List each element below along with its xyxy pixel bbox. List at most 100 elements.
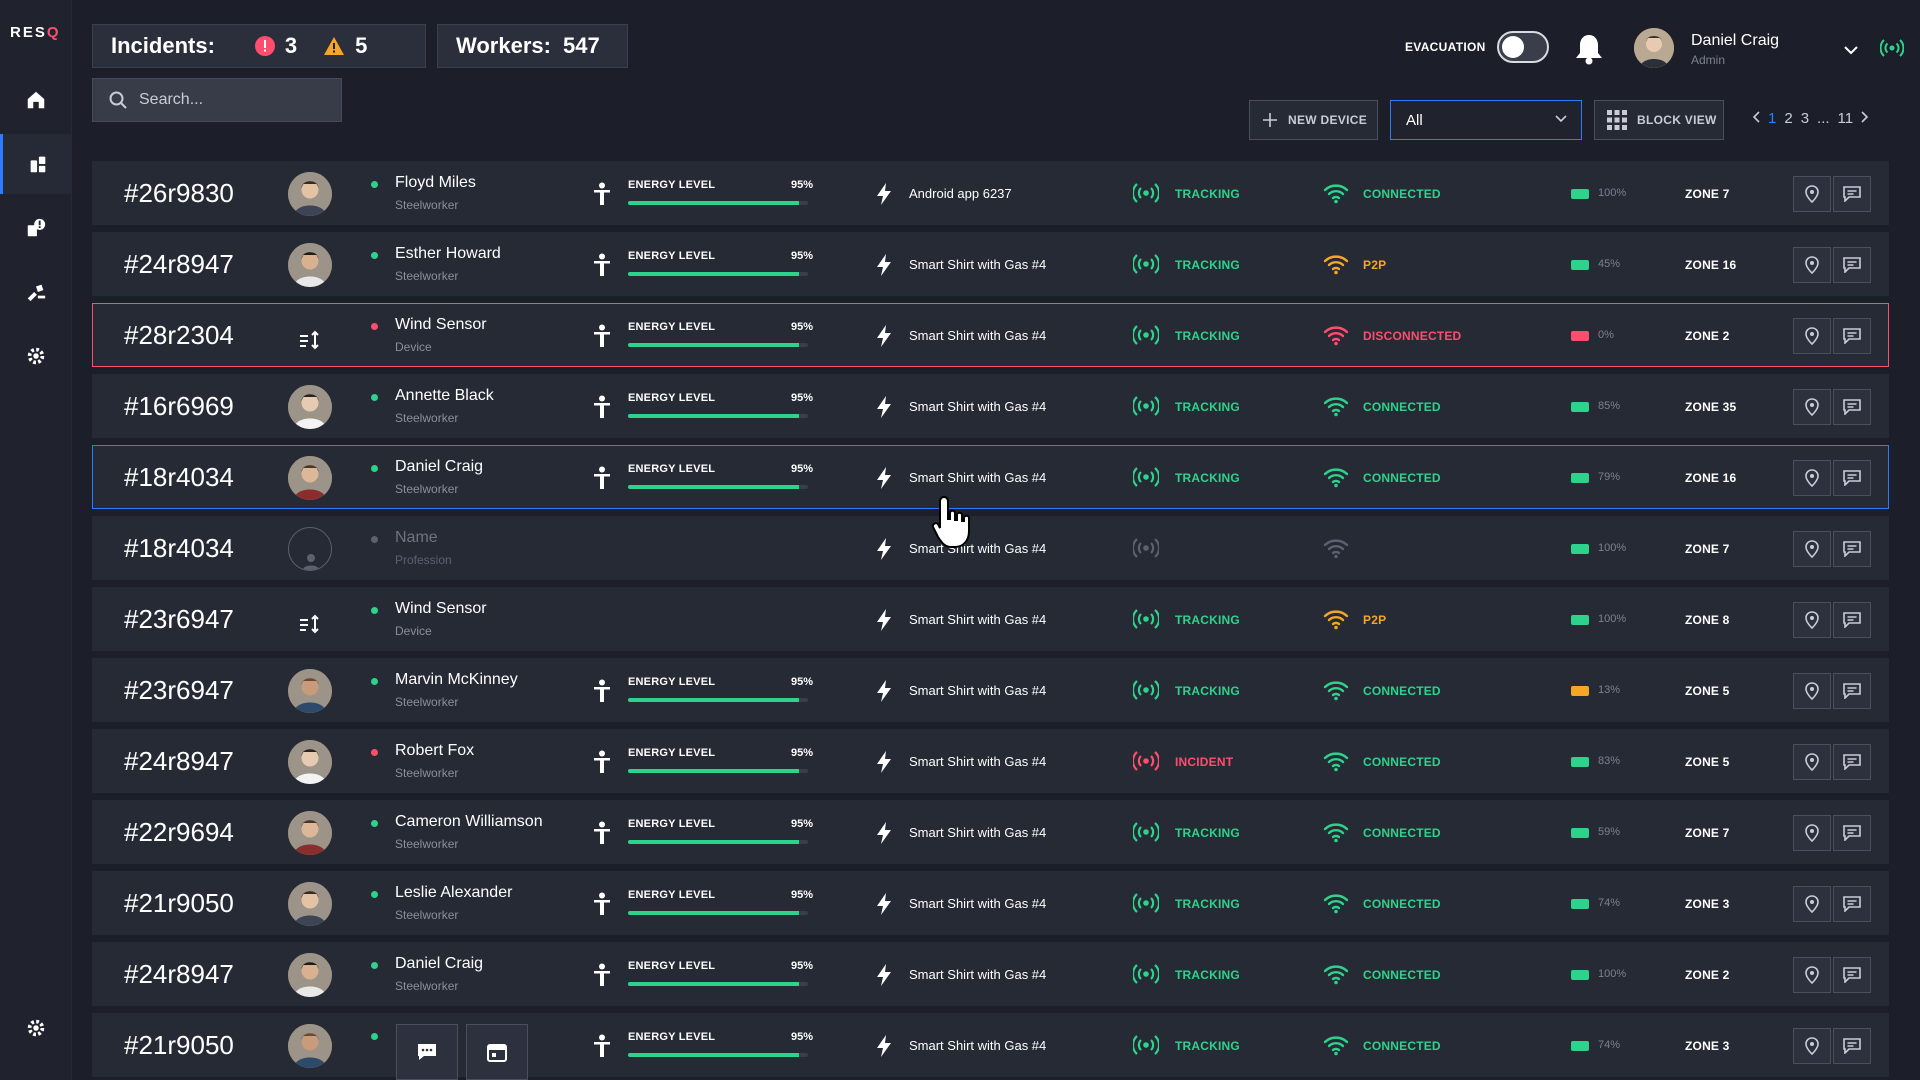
locate-button[interactable]	[1793, 460, 1831, 496]
locate-button[interactable]	[1793, 957, 1831, 993]
locate-button[interactable]	[1793, 744, 1831, 780]
block-view-button[interactable]: BLOCK VIEW	[1594, 100, 1724, 140]
nav-home[interactable]	[0, 70, 72, 130]
table-row[interactable]: #18r4034 Name Profession Smart Shirt with G…	[92, 516, 1889, 580]
locate-button[interactable]	[1793, 318, 1831, 354]
nav-settings-bottom[interactable]	[0, 998, 72, 1058]
status-dot	[371, 749, 378, 756]
message-button[interactable]	[1833, 886, 1871, 922]
locate-button[interactable]	[1793, 886, 1831, 922]
user-menu-button[interactable]	[1843, 42, 1859, 60]
message-button[interactable]	[1833, 744, 1871, 780]
alerts-icon	[27, 218, 46, 237]
energy-level-label: ENERGY LEVEL	[628, 392, 716, 404]
table-row[interactable]: #26r9830 Floyd Miles Steelworker ENERGY LEV…	[92, 161, 1889, 225]
message-button[interactable]	[1833, 531, 1871, 567]
zone-label: ZONE 35	[1685, 400, 1737, 414]
wifi-icon-wrap	[1323, 253, 1349, 280]
person-profession: Steelworker	[395, 837, 459, 851]
connection-status: CONNECTED	[1363, 755, 1441, 769]
energy-level-value: 95%	[791, 818, 814, 830]
table-row[interactable]: #24r8947 Esther Howard Steelworker ENERGY L…	[92, 232, 1889, 296]
calendar-button[interactable]	[466, 1024, 528, 1080]
energy-level-bar	[628, 840, 808, 844]
battery-percent: 13%	[1598, 684, 1621, 696]
notifications-button[interactable]	[1574, 32, 1604, 71]
locate-button[interactable]	[1793, 673, 1831, 709]
table-row[interactable]: #21r9050 ENERGY LEVEL 95% Smart Shirt with …	[92, 1013, 1889, 1077]
app-logo[interactable]: RESQ	[10, 24, 61, 41]
energy-level-bar	[628, 982, 808, 986]
chat-button[interactable]	[396, 1024, 458, 1080]
next-page-button[interactable]	[1861, 110, 1869, 127]
message-icon	[1843, 612, 1861, 628]
broadcast-icon	[1131, 325, 1161, 345]
table-row[interactable]: #21r9050 Leslie Alexander Steelworker ENERG…	[92, 871, 1889, 935]
message-button[interactable]	[1833, 957, 1871, 993]
table-row[interactable]: #23r6947 Marvin McKinney Steelworker ENERGY…	[92, 658, 1889, 722]
table-row[interactable]: #23r6947 Wind Sensor Device Smart Shirt wit…	[92, 587, 1889, 651]
status-dot	[371, 1033, 378, 1040]
locate-button[interactable]	[1793, 815, 1831, 851]
locate-button[interactable]	[1793, 1028, 1831, 1064]
table-row[interactable]: #24r8947 Robert Fox Steelworker ENERGY LEVE…	[92, 729, 1889, 793]
message-icon	[1843, 896, 1861, 912]
message-button[interactable]	[1833, 389, 1871, 425]
nav-devices[interactable]	[0, 134, 72, 194]
bolt-icon-wrap	[875, 253, 893, 282]
location-pin-icon	[1805, 682, 1819, 700]
message-button[interactable]	[1833, 176, 1871, 212]
message-button[interactable]	[1833, 247, 1871, 283]
nav-alerts[interactable]	[0, 198, 72, 258]
prev-page-button[interactable]	[1752, 110, 1760, 127]
locate-button[interactable]	[1793, 176, 1831, 212]
zone-label: ZONE 3	[1685, 1039, 1730, 1053]
wifi-icon-wrap	[1323, 892, 1349, 919]
user-avatar[interactable]	[1634, 28, 1674, 68]
message-button[interactable]	[1833, 673, 1871, 709]
message-button[interactable]	[1833, 602, 1871, 638]
broadcast-icon	[1131, 396, 1161, 416]
person-profession: Device	[395, 624, 432, 638]
new-device-button[interactable]: NEW DEVICE	[1249, 100, 1378, 140]
page-11[interactable]: 11	[1838, 110, 1854, 127]
page-1[interactable]: 1	[1768, 110, 1776, 127]
workers-summary[interactable]: Workers: 547	[437, 24, 628, 68]
search-input[interactable]	[139, 91, 329, 109]
device-name: Smart Shirt with Gas #4	[909, 683, 1047, 698]
table-row[interactable]: #16r6969 Annette Black Steelworker ENERGY L…	[92, 374, 1889, 438]
message-button[interactable]	[1833, 318, 1871, 354]
user-name[interactable]: Daniel Craig	[1691, 32, 1779, 50]
locate-button[interactable]	[1793, 531, 1831, 567]
connection-status[interactable]	[1879, 38, 1905, 63]
person-profession: Device	[395, 340, 432, 354]
page-3[interactable]: 3	[1801, 110, 1809, 127]
table-row[interactable]: #18r4034 Daniel Craig Steelworker ENERGY LE…	[92, 445, 1889, 509]
battery-percent: 83%	[1598, 755, 1621, 767]
tracking-icon-wrap	[1131, 821, 1161, 848]
locate-button[interactable]	[1793, 602, 1831, 638]
page-2[interactable]: 2	[1784, 110, 1792, 127]
person-icon-wrap	[593, 821, 611, 850]
search-box[interactable]	[92, 78, 342, 122]
message-button[interactable]	[1833, 1028, 1871, 1064]
incidents-summary[interactable]: Incidents: 3 5	[92, 24, 426, 68]
filter-select[interactable]: All	[1390, 100, 1582, 140]
table-row[interactable]: #24r8947 Daniel Craig Steelworker ENERGY LE…	[92, 942, 1889, 1006]
nav-settings[interactable]	[0, 326, 72, 386]
table-row[interactable]: #22r9694 Cameron Williamson Steelworker ENE…	[92, 800, 1889, 864]
broadcast-icon	[1131, 751, 1161, 771]
evacuation-toggle[interactable]	[1497, 31, 1549, 63]
person-icon-wrap	[593, 182, 611, 211]
locate-button[interactable]	[1793, 389, 1831, 425]
person-icon	[594, 1034, 610, 1057]
locate-button[interactable]	[1793, 247, 1831, 283]
message-button[interactable]	[1833, 815, 1871, 851]
zone-label: ZONE 5	[1685, 684, 1730, 698]
location-pin-icon	[1805, 824, 1819, 842]
nav-tools[interactable]	[0, 262, 72, 322]
message-button[interactable]	[1833, 460, 1871, 496]
table-row[interactable]: #28r2304 Wind Sensor Device ENERGY LEVEL 95%…	[92, 303, 1889, 367]
zone-label: ZONE 2	[1685, 329, 1730, 343]
tracking-status: TRACKING	[1175, 1039, 1240, 1053]
